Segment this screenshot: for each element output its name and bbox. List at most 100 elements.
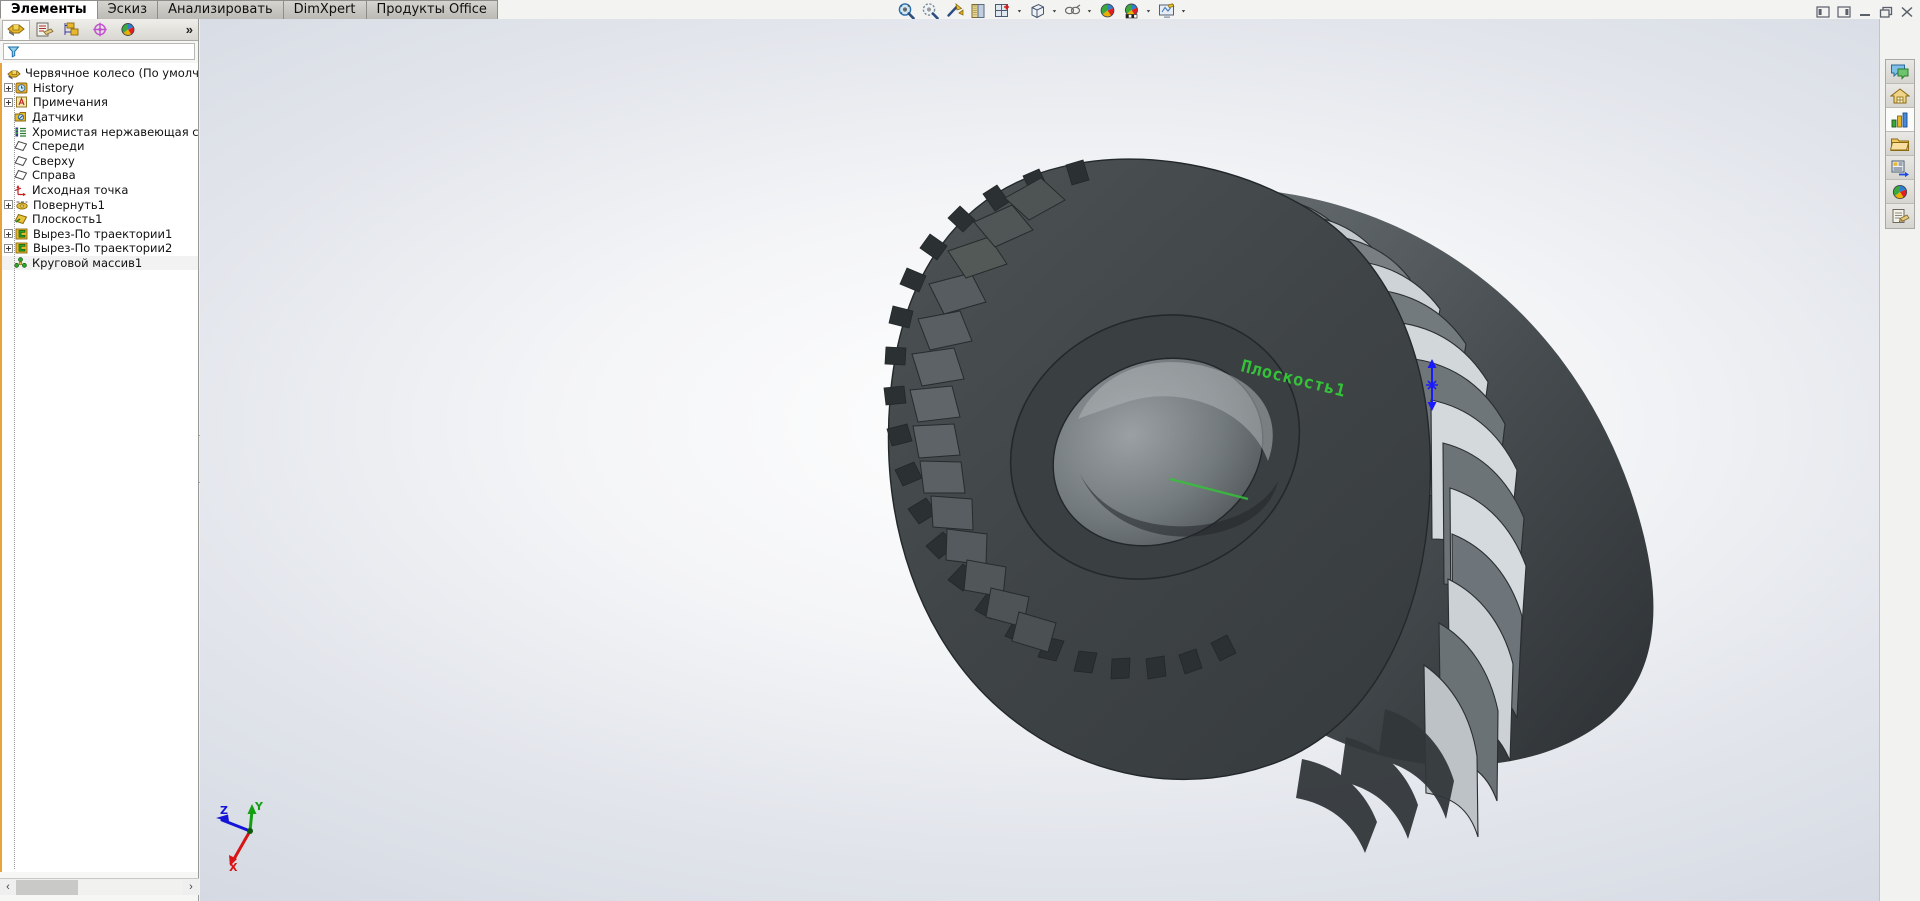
hscroll-thumb[interactable] (16, 880, 78, 895)
restore-panel-left-icon[interactable] (1816, 5, 1830, 19)
part-icon (6, 66, 21, 80)
design-library-home-icon[interactable] (1886, 84, 1914, 108)
feature-tree: Червячное колесо (По умолча History (0, 63, 198, 872)
hscroll-track[interactable] (16, 880, 183, 895)
tree-item-history[interactable]: History (2, 81, 198, 96)
revolve-icon (14, 198, 29, 212)
graphics-viewport[interactable]: Плоскость1 Z Y (200, 19, 1879, 901)
tree-item-sensors[interactable]: Датчики (2, 110, 198, 125)
configuration-manager-tab[interactable] (58, 20, 86, 40)
feature-tree-hscrollbar[interactable]: ‹ › (0, 878, 199, 895)
tree-item-label: Вырез-По траектории1 (33, 227, 172, 241)
zoom-to-area-icon[interactable] (919, 1, 941, 21)
tab-eskiz[interactable]: Эскиз (97, 0, 158, 19)
tree-item-swept-cut2[interactable]: Вырез-По траектории2 (2, 241, 198, 256)
svg-text:Y: Y (254, 801, 264, 813)
tree-item-label: Червячное колесо (По умолча (25, 66, 198, 80)
scroll-right-icon[interactable]: › (183, 880, 199, 895)
tree-item-label: Сверху (32, 154, 75, 168)
tree-item-revolve1[interactable]: Повернуть1 (2, 197, 198, 212)
tree-item-material[interactable]: Хромистая нержавеющая с (2, 124, 198, 139)
scroll-left-icon[interactable]: ‹ (0, 880, 16, 895)
task-pane (1879, 19, 1920, 901)
tree-item-label: Хромистая нержавеющая с (32, 125, 198, 139)
expander-plus-icon[interactable] (4, 200, 13, 209)
tab-analizirovat[interactable]: Анализировать (157, 0, 284, 19)
display-style-chevron-down-icon[interactable] (1050, 1, 1059, 21)
solidworks-resources-icon[interactable] (1886, 60, 1914, 84)
dimxpert-manager-tab[interactable] (86, 20, 114, 40)
tab-produkty-office[interactable]: Продукты Office (366, 0, 498, 19)
view-settings-chevron-down-icon[interactable] (1179, 1, 1188, 21)
tree-item-plane1[interactable]: Плоскость1 (2, 212, 198, 227)
tree-item-label: Датчики (32, 110, 83, 124)
tree-item-label: Справа (32, 168, 76, 182)
circular-pattern-icon (13, 256, 28, 270)
apply-scene-chevron-down-icon[interactable] (1144, 1, 1153, 21)
restore-panel-right-icon[interactable] (1837, 5, 1851, 19)
svg-text:X: X (229, 861, 238, 873)
feature-tree-filter[interactable] (3, 43, 195, 60)
tree-item-plane-right[interactable]: Справа (2, 168, 198, 183)
view-orientation-icon[interactable] (991, 1, 1013, 21)
tab-dimxpert[interactable]: DimXpert (283, 0, 367, 19)
tree-item-label: Круговой массив1 (32, 256, 142, 270)
tree-item-plane-top[interactable]: Сверху (2, 154, 198, 169)
appearances-scenes-icon[interactable] (1886, 180, 1914, 204)
edit-appearance-icon[interactable] (1096, 1, 1118, 21)
hide-show-items-icon[interactable] (1061, 1, 1083, 21)
expander-plus-icon[interactable] (4, 244, 13, 253)
tree-item-circular-pattern1[interactable]: Круговой массив1 (2, 256, 198, 271)
feature-manager-expand-button[interactable]: » (186, 22, 193, 37)
expander-plus-icon[interactable] (4, 98, 13, 107)
expander-plus-icon[interactable] (4, 83, 13, 92)
section-view-icon[interactable] (967, 1, 989, 21)
tree-item-label: Исходная точка (32, 183, 128, 197)
tree-item-annotations[interactable]: Примечания (2, 95, 198, 110)
filter-icon (7, 45, 20, 58)
display-manager-tab[interactable] (114, 20, 142, 40)
sensors-icon (13, 110, 28, 124)
hide-show-chevron-down-icon[interactable] (1085, 1, 1094, 21)
file-explorer-icon[interactable] (1886, 108, 1914, 132)
tab-elementy[interactable]: Элементы (0, 0, 98, 19)
previous-view-icon[interactable] (943, 1, 965, 21)
triad-x-axis: X (229, 831, 250, 873)
tree-item-origin[interactable]: Исходная точка (2, 183, 198, 198)
view-settings-icon[interactable] (1155, 1, 1177, 21)
restore-icon[interactable] (1879, 5, 1893, 19)
tree-item-swept-cut1[interactable]: Вырез-По траектории1 (2, 227, 198, 242)
solidworks-window: Элементы Эскиз Анализировать DimXpert Пр… (0, 0, 1920, 901)
tree-item-label: Спереди (32, 139, 84, 153)
history-icon (14, 81, 29, 95)
view-palette-icon[interactable] (1886, 156, 1914, 180)
property-manager-tab[interactable] (30, 20, 58, 40)
close-icon[interactable] (1900, 5, 1914, 19)
view-orientation-chevron-down-icon[interactable] (1015, 1, 1024, 21)
swept-cut-icon (14, 227, 29, 241)
custom-properties-icon[interactable] (1886, 204, 1914, 228)
svg-text:Z: Z (220, 804, 228, 817)
minimize-icon[interactable] (1858, 5, 1872, 19)
tree-item-part-root[interactable]: Червячное колесо (По умолча (2, 66, 198, 81)
zoom-to-fit-icon[interactable] (895, 1, 917, 21)
origin-icon (13, 183, 28, 197)
display-style-icon[interactable] (1026, 1, 1048, 21)
plane-yellow-icon (13, 212, 28, 226)
plane-icon (13, 139, 28, 153)
material-icon (13, 125, 28, 139)
swept-cut-icon (14, 241, 29, 255)
apply-scene-icon[interactable] (1120, 1, 1142, 21)
feature-manager-tab[interactable] (2, 20, 30, 40)
worm-gear-model[interactable]: Плоскость1 (200, 19, 1879, 901)
feature-manager-tab-strip: » (0, 19, 198, 41)
expander-plus-icon[interactable] (4, 229, 13, 238)
tree-item-label: History (33, 81, 74, 95)
plane-icon (13, 168, 28, 182)
triad-z-axis: Z (216, 804, 250, 831)
feature-manager-panel: » Червячное колесо (По умолча (0, 19, 199, 901)
search-folder-icon[interactable] (1886, 132, 1914, 156)
tree-item-label: Вырез-По траектории2 (33, 241, 172, 255)
plane-icon (13, 154, 28, 168)
tree-item-plane-front[interactable]: Спереди (2, 139, 198, 154)
